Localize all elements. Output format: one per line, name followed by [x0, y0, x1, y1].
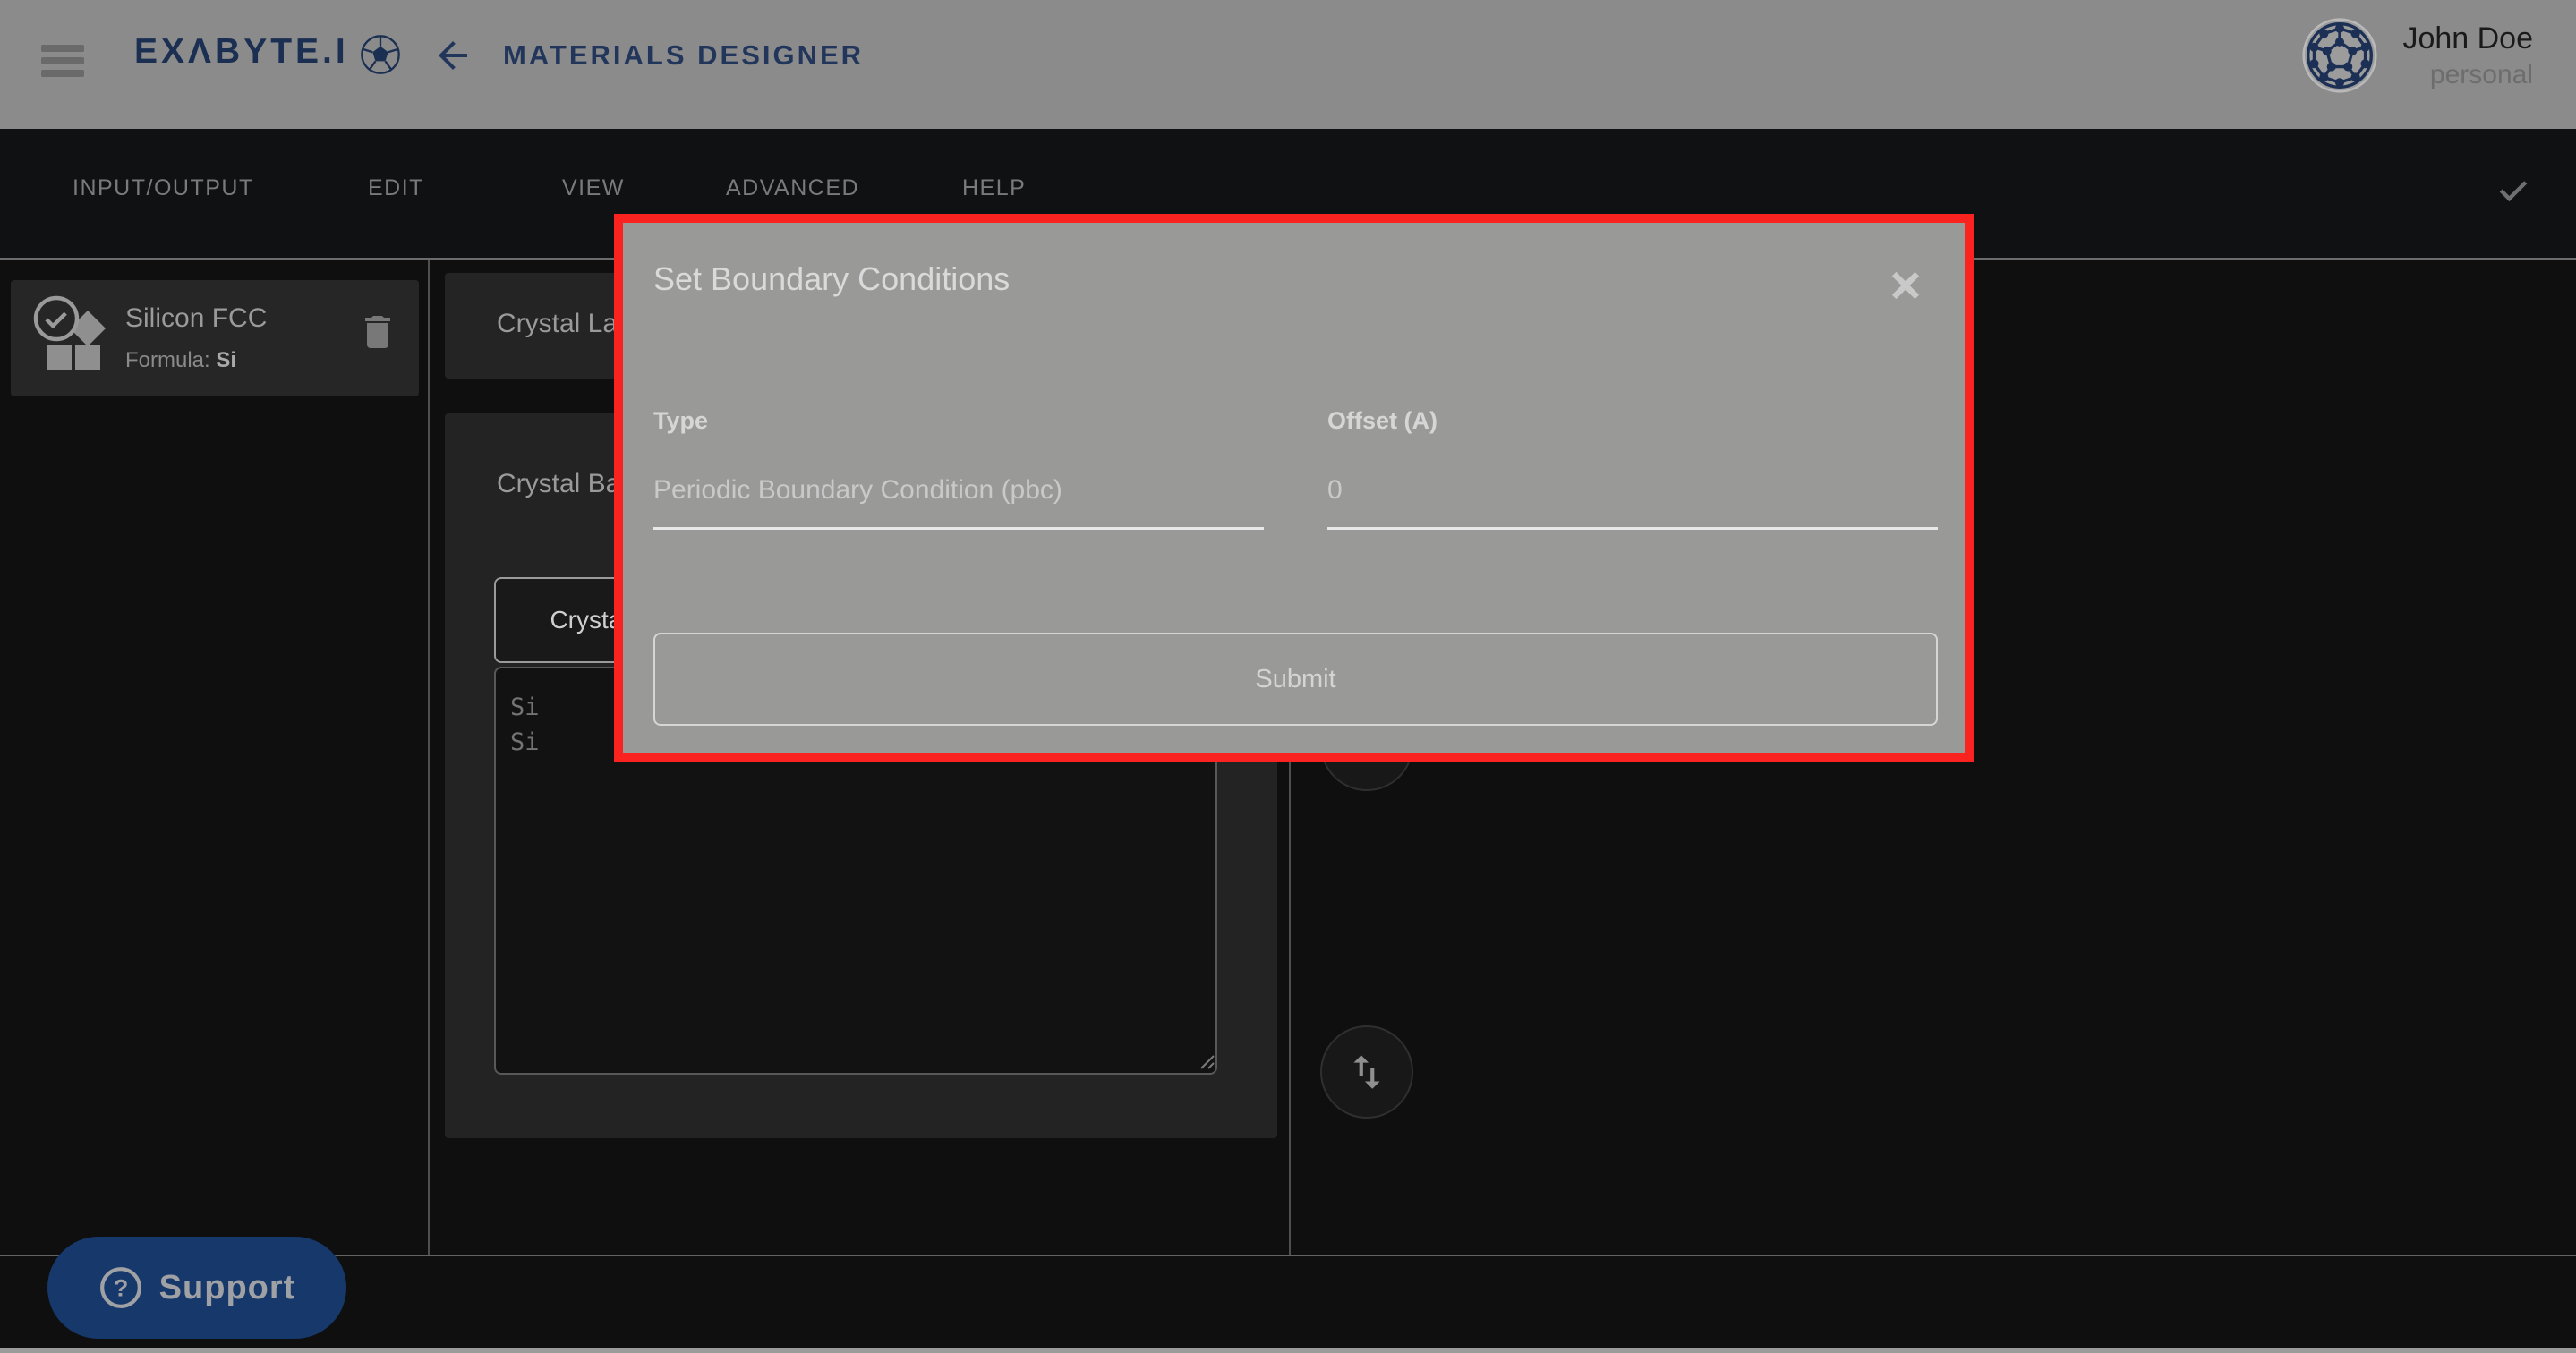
menu-view[interactable]: VIEW — [562, 175, 625, 201]
offset-field-label: Offset (A) — [1327, 407, 1437, 435]
check-icon[interactable] — [2494, 170, 2533, 209]
user-account-type: personal — [2402, 57, 2533, 93]
material-list-item[interactable]: Silicon FCC Formula: Si — [11, 280, 419, 396]
type-underline — [653, 527, 1264, 530]
submit-button[interactable]: Submit — [653, 633, 1938, 726]
top-header-bar: EXΛBYTE.I MATERIALS DESIGNER — [0, 0, 2576, 129]
svg-text:?: ? — [113, 1273, 128, 1301]
type-field-label: Type — [653, 407, 708, 435]
trash-icon[interactable] — [356, 309, 399, 355]
menu-input-output[interactable]: INPUT/OUTPUT — [73, 175, 254, 201]
window-bottom-strip — [0, 1348, 2576, 1353]
fullerene-ball-icon — [360, 34, 401, 75]
back-arrow-icon[interactable] — [431, 34, 474, 77]
page-title: MATERIALS DESIGNER — [503, 39, 864, 72]
menu-advanced[interactable]: ADVANCED — [726, 175, 859, 201]
support-button[interactable]: ? Support — [47, 1237, 346, 1339]
dialog-title: Set Boundary Conditions — [653, 260, 1010, 298]
set-boundary-conditions-dialog: Set Boundary Conditions Type Offset (A) … — [614, 214, 1974, 762]
type-select[interactable]: Periodic Boundary Condition (pbc) — [653, 475, 1264, 506]
exabyte-logo-text[interactable]: EXΛBYTE.I — [134, 32, 349, 72]
support-label: Support — [159, 1269, 296, 1307]
hamburger-menu-icon[interactable] — [41, 45, 84, 77]
user-name: John Doe — [2402, 20, 2533, 57]
close-icon[interactable] — [1886, 266, 1925, 305]
user-avatar[interactable] — [2302, 18, 2377, 93]
material-name: Silicon FCC — [125, 303, 267, 334]
widgets-check-icon — [32, 294, 111, 380]
swap-axes-button[interactable] — [1320, 1025, 1413, 1119]
offset-underline — [1327, 527, 1938, 530]
swap-vertical-icon — [1344, 1050, 1389, 1094]
question-circle-icon: ? — [98, 1265, 143, 1310]
content-bottom-divider — [0, 1255, 2576, 1256]
offset-input[interactable]: 0 — [1327, 475, 1938, 506]
menu-edit[interactable]: EDIT — [368, 175, 424, 201]
sidebar-divider — [428, 260, 430, 1255]
material-formula: Formula: Si — [125, 348, 236, 373]
account-chip[interactable]: John Doe personal — [2402, 20, 2533, 93]
menu-help[interactable]: HELP — [962, 175, 1026, 201]
